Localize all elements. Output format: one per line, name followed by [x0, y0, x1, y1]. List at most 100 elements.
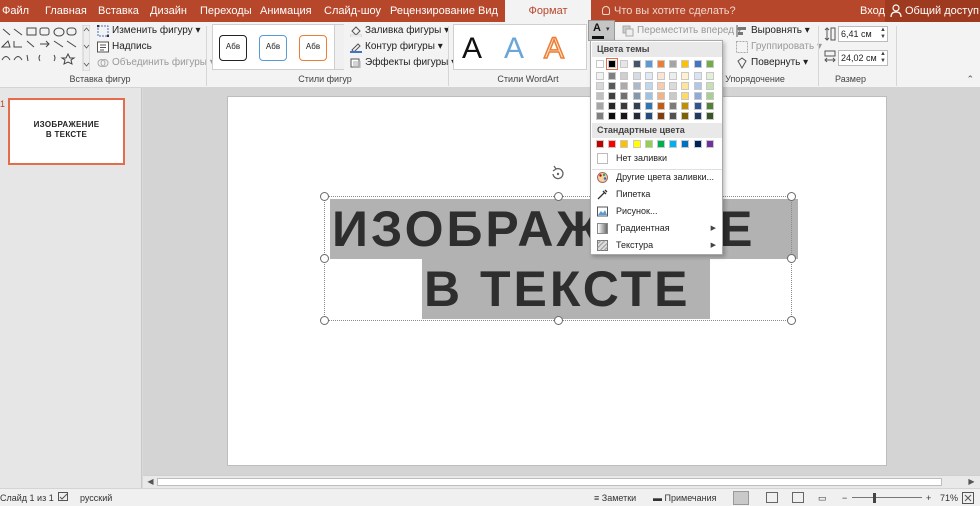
tab-view[interactable]: Вид: [478, 0, 498, 22]
rotate-handle-icon[interactable]: [550, 165, 566, 181]
theme-shade-swatch[interactable]: [596, 112, 604, 120]
text-box-button[interactable]: Надпись: [97, 40, 152, 54]
theme-shade-swatch[interactable]: [608, 112, 617, 120]
theme-shade-swatch[interactable]: [608, 82, 617, 90]
standard-color-swatch[interactable]: [608, 140, 617, 148]
theme-shade-swatch[interactable]: [693, 92, 702, 100]
theme-shade-swatch[interactable]: [632, 102, 641, 110]
tab-format[interactable]: Формат: [505, 0, 591, 22]
theme-color-swatch[interactable]: [693, 60, 702, 68]
theme-shade-swatch[interactable]: [681, 92, 690, 100]
theme-shade-swatch[interactable]: [657, 82, 665, 90]
bring-forward-button[interactable]: Переместить вперед ▾: [622, 24, 742, 38]
tab-file[interactable]: Файл: [2, 0, 29, 22]
scroll-right-icon[interactable]: ▶: [966, 477, 977, 487]
theme-color-swatch[interactable]: [620, 60, 629, 68]
tab-insert[interactable]: Вставка: [98, 0, 139, 22]
theme-shade-swatch[interactable]: [644, 82, 653, 90]
wordart-sample-orange[interactable]: A: [543, 31, 565, 66]
theme-shade-swatch[interactable]: [596, 82, 604, 90]
height-spinner[interactable]: ▲ ▼: [880, 27, 886, 41]
theme-shade-swatch[interactable]: [620, 102, 629, 110]
theme-color-swatch[interactable]: [596, 60, 604, 68]
shape-style-sample-3[interactable]: Абв: [299, 35, 327, 61]
more-fill-colors-item[interactable]: Другие цвета заливки...: [592, 169, 722, 186]
zoom-slider-thumb[interactable]: [873, 493, 876, 503]
theme-shade-swatch[interactable]: [620, 112, 629, 120]
theme-shade-swatch[interactable]: [644, 72, 653, 80]
shape-styles-gallery[interactable]: Абв Абв Абв: [212, 24, 344, 70]
theme-shade-swatch[interactable]: [693, 102, 702, 110]
scrollbar-thumb[interactable]: [157, 478, 942, 486]
resize-handle-ne[interactable]: [787, 192, 796, 201]
standard-color-swatch[interactable]: [620, 140, 629, 148]
theme-shade-swatch[interactable]: [644, 102, 653, 110]
wordart-sample-blue[interactable]: A: [504, 32, 524, 66]
zoom-level[interactable]: 71%: [940, 489, 958, 506]
theme-color-swatch[interactable]: [606, 58, 619, 70]
theme-shade-swatch[interactable]: [705, 92, 714, 100]
texture-fill-item[interactable]: Текстура ▶: [592, 237, 722, 254]
theme-shade-swatch[interactable]: [632, 92, 641, 100]
fit-to-window-icon[interactable]: [962, 492, 974, 504]
resize-handle-nw[interactable]: [320, 192, 329, 201]
language-indicator[interactable]: русский: [80, 489, 112, 506]
theme-shade-swatch[interactable]: [657, 102, 665, 110]
align-button[interactable]: Выровнять ▾: [736, 24, 810, 38]
notes-button[interactable]: ≡ Заметки: [594, 489, 636, 506]
theme-color-swatch[interactable]: [632, 60, 641, 68]
tab-animation[interactable]: Анимация: [260, 0, 312, 22]
theme-shade-swatch[interactable]: [596, 92, 604, 100]
theme-shade-swatch[interactable]: [632, 112, 641, 120]
theme-shade-swatch[interactable]: [596, 72, 604, 80]
spellcheck-icon[interactable]: [58, 492, 69, 503]
theme-color-swatch[interactable]: [669, 60, 678, 68]
group-button[interactable]: Группировать ▾: [736, 40, 822, 54]
theme-shade-swatch[interactable]: [644, 92, 653, 100]
theme-shade-swatch[interactable]: [681, 102, 690, 110]
standard-color-swatch[interactable]: [705, 140, 714, 148]
resize-handle-sw[interactable]: [320, 316, 329, 325]
reading-view-icon[interactable]: [792, 492, 804, 503]
slide[interactable]: ИЗОБРАЖЕНИЕ В ТЕКСТЕ: [227, 96, 887, 466]
resize-handle-w[interactable]: [320, 254, 329, 263]
tell-me-box[interactable]: Что вы хотите сделать?: [602, 0, 736, 22]
login-link[interactable]: Вход: [860, 0, 885, 22]
resize-handle-s[interactable]: [554, 316, 563, 325]
theme-shade-swatch[interactable]: [705, 82, 714, 90]
no-fill-item[interactable]: Нет заливки: [592, 150, 722, 167]
collapse-ribbon-icon[interactable]: ⌃: [966, 74, 974, 85]
picture-fill-item[interactable]: Рисунок...: [592, 203, 722, 220]
theme-shade-swatch[interactable]: [644, 112, 653, 120]
theme-color-swatch[interactable]: [657, 60, 665, 68]
theme-shade-swatch[interactable]: [596, 102, 604, 110]
edit-shape-button[interactable]: Изменить фигуру ▾: [97, 24, 201, 38]
theme-shade-swatch[interactable]: [693, 112, 702, 120]
zoom-slider[interactable]: [852, 497, 922, 498]
shape-style-sample-2[interactable]: Абв: [259, 35, 287, 61]
resize-handle-se[interactable]: [787, 316, 796, 325]
theme-shade-swatch[interactable]: [657, 92, 665, 100]
gradient-fill-item[interactable]: Градиентная ▶: [592, 220, 722, 237]
theme-shade-swatch[interactable]: [669, 112, 678, 120]
rotate-button[interactable]: Повернуть ▾: [736, 56, 808, 70]
theme-color-swatch[interactable]: [644, 60, 653, 68]
theme-shade-swatch[interactable]: [693, 82, 702, 90]
shape-height-field[interactable]: 6,41 см ▲ ▼: [838, 26, 888, 42]
standard-color-swatch[interactable]: [644, 140, 653, 148]
standard-color-swatch[interactable]: [596, 140, 604, 148]
tab-slideshow[interactable]: Слайд-шоу: [324, 0, 381, 22]
theme-shade-swatch[interactable]: [657, 112, 665, 120]
merge-shapes-button[interactable]: Объединить фигуры ▾: [97, 56, 215, 70]
theme-shade-swatch[interactable]: [608, 72, 617, 80]
theme-shade-swatch[interactable]: [669, 92, 678, 100]
wordart-sample-black[interactable]: A: [462, 32, 482, 66]
shape-styles-scroll[interactable]: [334, 25, 344, 69]
shape-fill-button[interactable]: Заливка фигуры ▾: [350, 24, 449, 38]
theme-shade-swatch[interactable]: [681, 112, 690, 120]
theme-shade-swatch[interactable]: [681, 82, 690, 90]
horizontal-scrollbar[interactable]: ◀ ▶: [143, 475, 980, 488]
theme-shade-swatch[interactable]: [669, 72, 678, 80]
normal-view-icon[interactable]: [733, 491, 749, 505]
theme-shade-swatch[interactable]: [632, 82, 641, 90]
